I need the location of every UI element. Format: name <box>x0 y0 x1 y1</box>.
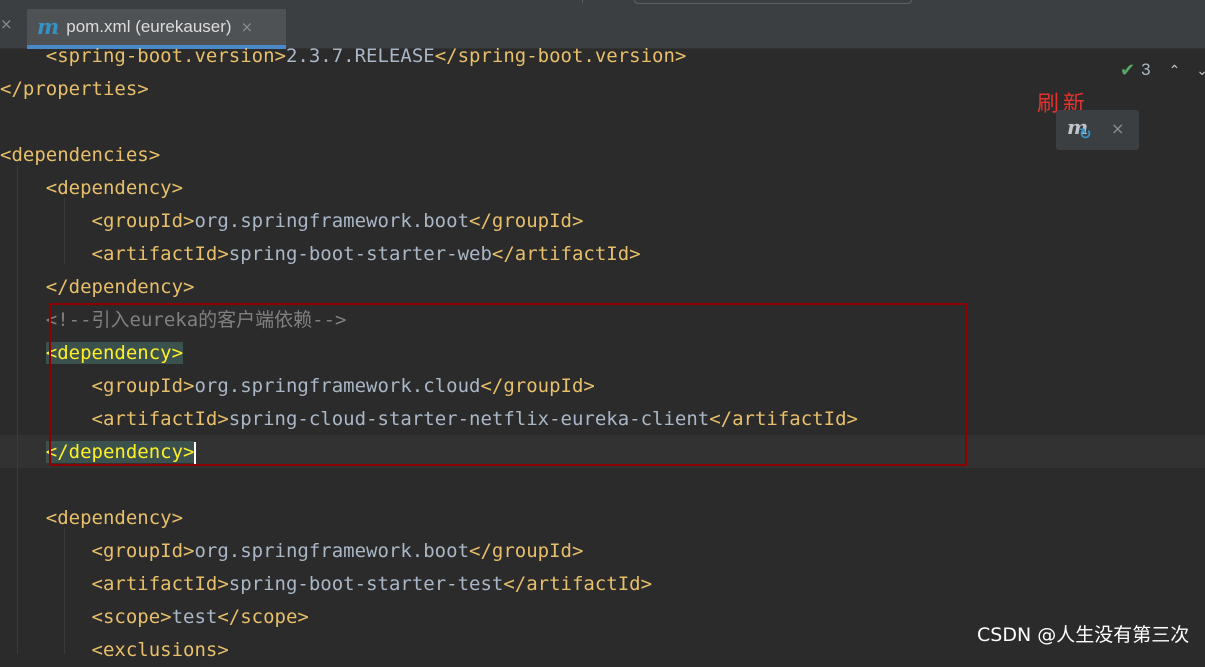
code-line: </properties> <box>0 78 149 100</box>
divider <box>582 0 583 3</box>
code-line: <exclusions> <box>91 639 229 661</box>
code-line: <artifactId>spring-boot-starter-web</art… <box>91 243 641 265</box>
toolbar-strip <box>634 0 912 4</box>
maven-reload-button[interactable]: m ↻ <box>1067 117 1095 143</box>
inspection-count: 3 <box>1141 60 1151 79</box>
red-highlight-box <box>49 303 967 466</box>
check-icon: ✔ <box>1120 59 1136 80</box>
code-line: <groupId>org.springframework.boot</group… <box>91 540 584 562</box>
chevron-down-icon[interactable]: ⌄ <box>1196 62 1205 79</box>
code-editor[interactable]: <spring-boot.version>2.3.7.RELEASE</spri… <box>0 45 1205 661</box>
code-line: </dependency> <box>45 276 195 298</box>
close-icon[interactable]: × <box>0 14 14 34</box>
code-line: <spring-boot.version>2.3.7.RELEASE</spri… <box>45 45 687 67</box>
watermark: CSDN @人生没有第三次 <box>977 624 1190 646</box>
code-line: <artifactId>spring-boot-starter-test</ar… <box>91 573 653 595</box>
refresh-icon: ↻ <box>1079 125 1092 143</box>
code-line: <dependencies> <box>0 144 161 166</box>
code-line: <dependency> <box>45 177 184 199</box>
code-line: <dependency> <box>45 507 184 529</box>
tab-label: pom.xml (eurekauser) <box>66 17 232 36</box>
chevron-up-icon[interactable]: ⌃ <box>1169 62 1181 79</box>
inspection-widget[interactable]: ✔ 3 ⌃ ⌄ <box>1120 58 1205 82</box>
tab-close-icon[interactable]: × <box>241 18 254 36</box>
maven-reload-popup: m ↻ × <box>1056 110 1139 150</box>
close-icon[interactable]: × <box>1111 119 1124 138</box>
code-line: <scope>test</scope> <box>91 606 309 628</box>
code-line: <groupId>org.springframework.boot</group… <box>91 210 584 232</box>
maven-file-icon: m <box>37 14 60 39</box>
